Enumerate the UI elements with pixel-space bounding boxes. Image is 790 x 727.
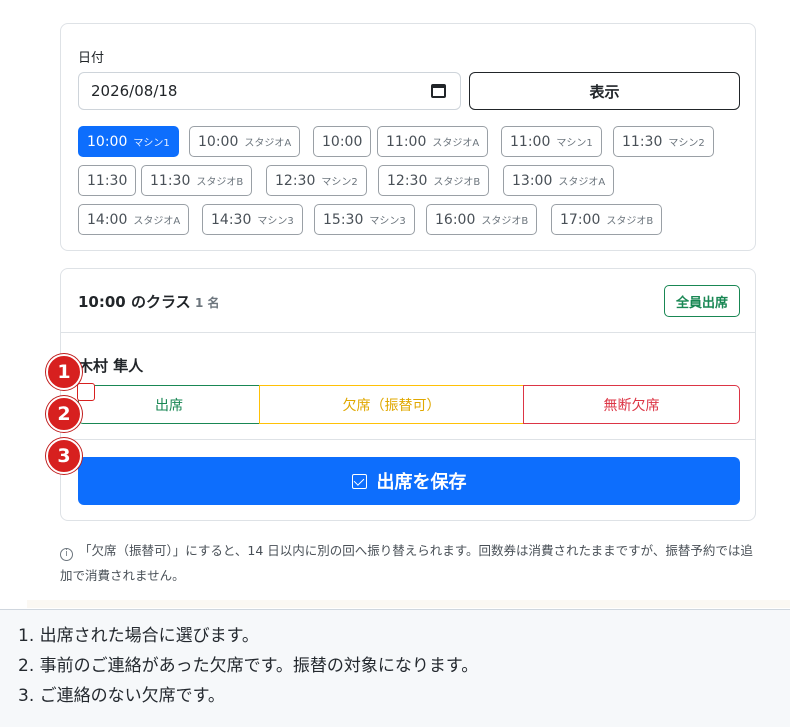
chip-location: スタジオB bbox=[433, 177, 481, 188]
chip-time: 17:00 bbox=[560, 211, 601, 228]
class-chip[interactable]: 10:00 bbox=[313, 126, 372, 157]
info-note-text: 「欠席（振替可）」にすると、14 日以内に別の回へ振り替えられます。回数券は消費… bbox=[60, 543, 753, 583]
chip-location: マシン3 bbox=[257, 216, 294, 227]
chip-location: スタジオA bbox=[432, 138, 480, 149]
class-header: 10:00 のクラス 1 名 全員出席 bbox=[61, 269, 755, 333]
class-card: 10:00 のクラス 1 名 全員出席 木村 隼人 出席 欠席（振替可） 無断欠… bbox=[60, 268, 756, 521]
chip-location: スタジオA bbox=[133, 216, 181, 227]
student-name: 木村 隼人 bbox=[78, 357, 144, 375]
chip-location: マシン1 bbox=[556, 138, 593, 149]
class-chip[interactable]: 16:00 スタジオB bbox=[426, 204, 538, 235]
chip-location: マシン2 bbox=[668, 138, 705, 149]
chip-time: 11:30 bbox=[150, 172, 191, 189]
annotation-marker: 1 bbox=[46, 354, 82, 390]
calendar-icon[interactable] bbox=[431, 84, 446, 98]
chip-time: 13:00 bbox=[512, 172, 553, 189]
chip-time: 11:30 bbox=[87, 172, 128, 189]
divider bbox=[61, 439, 755, 440]
chip-time: 10:00 bbox=[198, 133, 239, 150]
chip-time: 14:30 bbox=[211, 211, 252, 228]
chip-location: スタジオB bbox=[606, 216, 654, 227]
chip-location: スタジオB bbox=[196, 177, 244, 188]
chip-time: 14:00 bbox=[87, 211, 128, 228]
annotation-marker: 2 bbox=[46, 396, 82, 432]
chip-location: マシン2 bbox=[321, 177, 358, 188]
class-chip[interactable]: 11:00 マシン1 bbox=[501, 126, 602, 157]
legend-item: 3. ご連絡のない欠席です。 bbox=[18, 686, 225, 706]
checkbox-icon bbox=[351, 473, 367, 489]
date-card: 日付 2026/08/18 表示 10:00 マシン1 10:00 スタジオA … bbox=[60, 23, 756, 251]
class-chip[interactable]: 11:00 スタジオA bbox=[377, 126, 489, 157]
save-attendance-button[interactable]: 出席を保存 bbox=[78, 457, 740, 505]
present-button[interactable]: 出席 bbox=[78, 385, 260, 424]
class-chip[interactable]: 13:00 スタジオA bbox=[503, 165, 615, 196]
legend-item: 1. 出席された場合に選びます。 bbox=[18, 626, 259, 646]
class-chip[interactable]: 11:30 マシン2 bbox=[613, 126, 714, 157]
class-chip[interactable]: 14:30 マシン3 bbox=[202, 204, 303, 235]
class-chip[interactable]: 14:00 スタジオA bbox=[78, 204, 190, 235]
chip-location: スタジオA bbox=[244, 138, 292, 149]
chip-location: スタジオB bbox=[481, 216, 529, 227]
save-label: 出席を保存 bbox=[376, 472, 467, 493]
chip-time: 11:00 bbox=[386, 133, 427, 150]
class-chip[interactable]: 11:30 スタジオB bbox=[141, 165, 253, 196]
date-label: 日付 bbox=[78, 51, 105, 66]
chip-time: 16:00 bbox=[435, 211, 476, 228]
class-chip[interactable]: 17:00 スタジオB bbox=[551, 204, 663, 235]
all-present-button[interactable]: 全員出席 bbox=[664, 285, 740, 317]
chip-time: 12:30 bbox=[387, 172, 428, 189]
legend-item: 2. 事前のご連絡があった欠席です。振替の対象になります。 bbox=[18, 656, 479, 676]
no-notice-absent-button[interactable]: 無断欠席 bbox=[523, 385, 740, 424]
info-icon: i bbox=[60, 548, 73, 561]
focus-highlight bbox=[77, 383, 95, 401]
chip-time: 11:00 bbox=[510, 133, 551, 150]
chip-time: 11:30 bbox=[622, 133, 663, 150]
class-chip[interactable]: 12:30 スタジオB bbox=[378, 165, 490, 196]
divider bbox=[27, 600, 790, 608]
date-value: 2026/08/18 bbox=[91, 82, 178, 100]
absent-makeup-button[interactable]: 欠席（振替可） bbox=[259, 385, 524, 424]
class-title: 10:00 のクラス bbox=[78, 293, 191, 311]
info-note: i 「欠席（振替可）」にすると、14 日以内に別の回へ振り替えられます。回数券は消… bbox=[60, 538, 760, 588]
show-button[interactable]: 表示 bbox=[469, 72, 740, 110]
chip-time: 12:30 bbox=[275, 172, 316, 189]
annotation-legend: 1. 出席された場合に選びます。 2. 事前のご連絡があった欠席です。振替の対象… bbox=[0, 609, 790, 727]
chip-location: マシン1 bbox=[133, 138, 170, 149]
annotation-marker: 3 bbox=[46, 438, 82, 474]
class-chip[interactable]: 11:30 bbox=[78, 165, 137, 196]
class-chip[interactable]: 12:30 マシン2 bbox=[266, 165, 367, 196]
chip-time: 15:30 bbox=[323, 211, 364, 228]
class-chip[interactable]: 15:30 マシン3 bbox=[314, 204, 415, 235]
chip-location: スタジオA bbox=[558, 177, 606, 188]
class-chip[interactable]: 10:00 マシン1 bbox=[78, 126, 179, 157]
chip-time: 10:00 bbox=[322, 133, 363, 150]
class-count-badge: 1 名 bbox=[195, 296, 220, 310]
date-input[interactable]: 2026/08/18 bbox=[78, 72, 461, 110]
class-chip[interactable]: 10:00 スタジオA bbox=[189, 126, 301, 157]
chip-time: 10:00 bbox=[87, 133, 128, 150]
chip-location: マシン3 bbox=[369, 216, 406, 227]
